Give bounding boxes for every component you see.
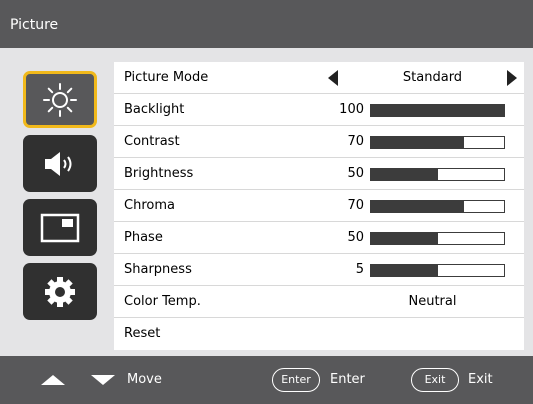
tab-display[interactable] <box>23 199 97 256</box>
tab-audio[interactable] <box>23 135 97 192</box>
chroma-slider-fill <box>371 201 465 212</box>
chroma-value: 70 <box>347 198 364 213</box>
color-temp-row[interactable]: Color Temp. Neutral <box>114 286 524 318</box>
reset-label: Reset <box>124 326 161 341</box>
chroma-label: Chroma <box>124 198 175 213</box>
sharpness-slider[interactable] <box>370 264 505 277</box>
arrow-right-icon[interactable] <box>507 70 517 86</box>
contrast-slider[interactable] <box>370 136 505 149</box>
osd-menu: Picture Picture Mode Standard Backlight … <box>0 0 533 404</box>
arrow-left-icon[interactable] <box>328 70 338 86</box>
brightness-slider[interactable] <box>370 168 505 181</box>
tab-picture[interactable] <box>23 71 97 128</box>
contrast-slider-fill <box>371 137 465 148</box>
sharpness-slider-fill <box>371 265 438 276</box>
phase-value: 50 <box>347 230 364 245</box>
down-arrow-icon <box>91 375 115 385</box>
speaker-icon <box>45 151 72 176</box>
contrast-row[interactable]: Contrast 70 <box>114 126 524 158</box>
gear-icon <box>45 276 75 307</box>
sharpness-label: Sharpness <box>124 262 192 277</box>
enter-hint: Enter <box>330 372 365 387</box>
backlight-value: 100 <box>339 102 364 117</box>
chroma-slider[interactable] <box>370 200 505 213</box>
enter-key-icon: Enter <box>272 368 320 392</box>
picture-mode-label: Picture Mode <box>124 70 209 85</box>
menu-title: Picture <box>10 17 59 33</box>
color-temp-value: Neutral <box>408 294 457 309</box>
brightness-row[interactable]: Brightness 50 <box>114 158 524 190</box>
screen-icon <box>40 213 80 242</box>
category-sidebar <box>0 48 111 356</box>
up-arrow-icon <box>41 375 65 385</box>
contrast-value: 70 <box>347 134 364 149</box>
brightness-label: Brightness <box>124 166 194 181</box>
picture-mode-row[interactable]: Picture Mode Standard <box>114 62 524 94</box>
phase-row[interactable]: Phase 50 <box>114 222 524 254</box>
menu-body: Picture Mode Standard Backlight 100 Cont… <box>0 48 533 356</box>
sun-icon <box>43 82 77 117</box>
brightness-slider-fill <box>371 169 438 180</box>
backlight-slider[interactable] <box>370 104 505 117</box>
brightness-value: 50 <box>347 166 364 181</box>
picture-mode-value: Standard <box>402 70 463 85</box>
backlight-slider-fill <box>371 105 504 116</box>
phase-slider[interactable] <box>370 232 505 245</box>
title-bar: Picture <box>0 0 533 48</box>
phase-slider-fill <box>371 233 438 244</box>
sharpness-row[interactable]: Sharpness 5 <box>114 254 524 286</box>
backlight-row[interactable]: Backlight 100 <box>114 94 524 126</box>
chroma-row[interactable]: Chroma 70 <box>114 190 524 222</box>
footer-bar: Move Enter Enter Exit Exit <box>0 356 533 404</box>
contrast-label: Contrast <box>124 134 180 149</box>
exit-hint: Exit <box>468 372 493 387</box>
backlight-label: Backlight <box>124 102 185 117</box>
move-hint: Move <box>127 372 162 387</box>
reset-row[interactable]: Reset <box>114 318 524 350</box>
phase-label: Phase <box>124 230 163 245</box>
settings-panel: Picture Mode Standard Backlight 100 Cont… <box>114 62 524 350</box>
sharpness-value: 5 <box>355 262 364 277</box>
tab-settings[interactable] <box>23 263 97 320</box>
color-temp-label: Color Temp. <box>124 294 201 309</box>
exit-key-icon: Exit <box>411 368 459 392</box>
